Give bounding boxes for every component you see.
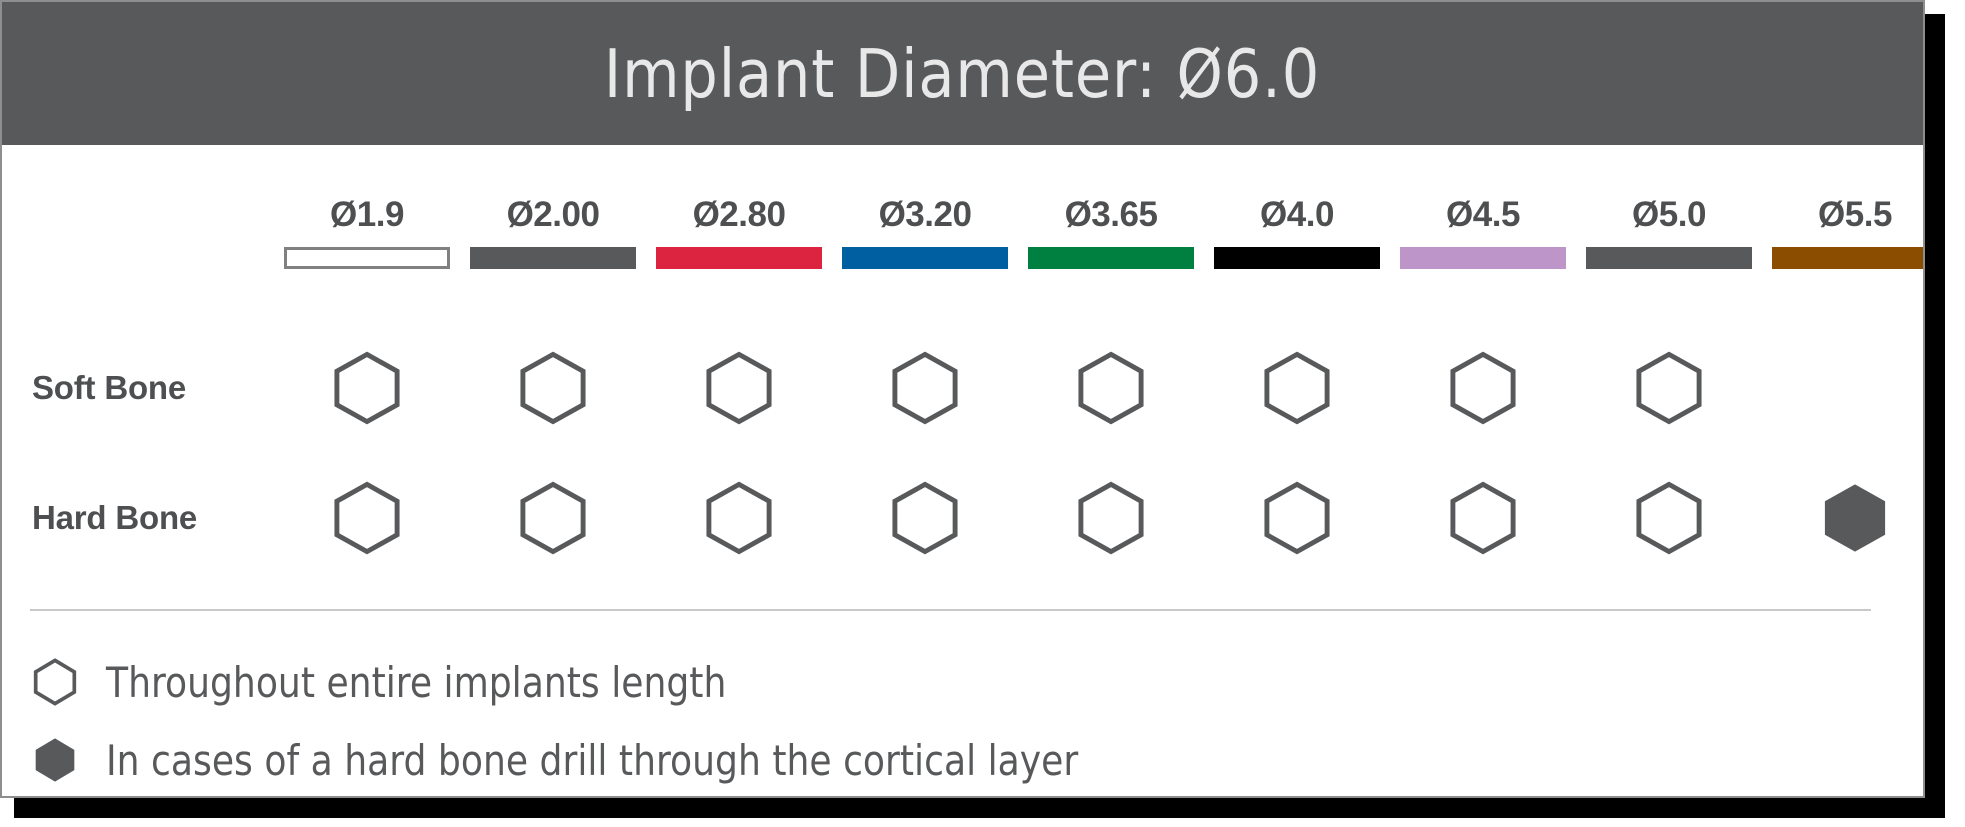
table-row-soft-bone: Soft Bone: [2, 323, 1923, 453]
row-label-soft-bone: Soft Bone: [32, 369, 187, 406]
hexagon-outline-icon: [1076, 480, 1146, 556]
drill-column-1: Ø1.9: [274, 195, 460, 269]
hexagon-outline-icon: [518, 350, 588, 426]
cell-soft-bone-d3.65: [1018, 350, 1204, 426]
drill-column-2: Ø2.00: [460, 195, 646, 269]
hexagon-outline-icon: [704, 350, 774, 426]
cell-hard-bone-d3.65: [1018, 480, 1204, 556]
hard-bone-cells: [274, 480, 1923, 556]
drill-diameter-label: Ø2.00: [506, 195, 600, 234]
hexagon-outline-icon: [1634, 350, 1704, 426]
soft-bone-cells: [274, 350, 1923, 426]
hexagon-filled-icon: [32, 734, 78, 786]
hexagon-outline-icon: [1262, 350, 1332, 426]
hexagon-outline-icon: [32, 656, 78, 708]
hexagon-outline-icon: [1448, 350, 1518, 426]
legend: Throughout entire implants length In case…: [32, 643, 1236, 796]
hexagon-outline-icon: [1448, 480, 1518, 556]
drill-diameter-label: Ø4.0: [1260, 195, 1334, 234]
legend-item-label: In cases of a hard bone drill through th…: [106, 735, 1079, 785]
hexagon-outline-icon: [1634, 480, 1704, 556]
drill-column-5: Ø3.65: [1018, 195, 1204, 269]
cell-soft-bone-d5.5: [1762, 350, 1923, 426]
cell-hard-bone-d2.00: [460, 480, 646, 556]
drill-color-bar: [1586, 247, 1752, 269]
hexagon-outline-icon: [332, 350, 402, 426]
cell-hard-bone-d4.0: [1204, 480, 1390, 556]
hexagon-outline-icon: [518, 480, 588, 556]
cell-hard-bone-d3.20: [832, 480, 1018, 556]
drill-column-9: Ø5.5: [1762, 195, 1923, 269]
cell-soft-bone-d2.00: [460, 350, 646, 426]
drill-color-bar: [842, 247, 1008, 269]
page-title: Implant Diameter: Ø6.0: [604, 34, 1321, 113]
implant-drill-protocol-card: Implant Diameter: Ø6.0 Ø1.9 Ø2.00 Ø2.80 Ø3.…: [0, 0, 1947, 818]
drill-diameter-label: Ø5.0: [1632, 195, 1706, 234]
cell-soft-bone-d4.0: [1204, 350, 1390, 426]
cell-hard-bone-d2.80: [646, 480, 832, 556]
cell-hard-bone-d4.5: [1390, 480, 1576, 556]
hexagon-filled-icon: [1820, 480, 1890, 556]
hexagon-outline-icon: [1076, 350, 1146, 426]
cell-hard-bone-d1.9: [274, 480, 460, 556]
cell-soft-bone-d2.80: [646, 350, 832, 426]
drill-column-3: Ø2.80: [646, 195, 832, 269]
drill-diameter-label: Ø1.9: [330, 195, 404, 234]
drill-diameter-label: Ø4.5: [1446, 195, 1520, 234]
drill-column-4: Ø3.20: [832, 195, 1018, 269]
legend-divider: [30, 609, 1871, 611]
drill-diameter-label: Ø5.5: [1818, 195, 1892, 234]
drill-column-8: Ø5.0: [1576, 195, 1762, 269]
hexagon-outline-icon: [332, 480, 402, 556]
legend-item-2: In cases of a hard bone drill through th…: [32, 721, 1236, 796]
drill-color-bar: [656, 247, 822, 269]
drill-color-bar: [1214, 247, 1380, 269]
drill-table: Ø1.9 Ø2.00 Ø2.80 Ø3.20 Ø3.65 Ø4.0 Ø4.5 Ø5.0 Ø5.5…: [2, 145, 1923, 796]
cell-soft-bone-d5.0: [1576, 350, 1762, 426]
row-label-hard-bone: Hard Bone: [32, 499, 198, 536]
diameter-columns: Ø1.9 Ø2.00 Ø2.80 Ø3.20 Ø3.65 Ø4.0 Ø4.5 Ø5.0 Ø5.5: [274, 195, 1923, 269]
drill-diameter-label: Ø3.65: [1064, 195, 1158, 234]
drill-color-bar: [1400, 247, 1566, 269]
card-header: Implant Diameter: Ø6.0: [2, 2, 1923, 145]
cell-soft-bone-d3.20: [832, 350, 1018, 426]
cell-hard-bone-d5.5: [1762, 480, 1923, 556]
drill-diameter-label: Ø3.20: [878, 195, 972, 234]
hexagon-outline-icon: [890, 350, 960, 426]
drill-diameter-label: Ø2.80: [692, 195, 786, 234]
drill-column-7: Ø4.5: [1390, 195, 1576, 269]
hexagon-outline-icon: [890, 480, 960, 556]
drill-color-bar: [1772, 247, 1923, 269]
drill-column-6: Ø4.0: [1204, 195, 1390, 269]
drill-color-bar: [470, 247, 636, 269]
cell-soft-bone-d1.9: [274, 350, 460, 426]
table-header-row: Ø1.9 Ø2.00 Ø2.80 Ø3.20 Ø3.65 Ø4.0 Ø4.5 Ø5.0 Ø5.5: [2, 167, 1923, 297]
hexagon-outline-icon: [1262, 480, 1332, 556]
card-surface: Implant Diameter: Ø6.0 Ø1.9 Ø2.00 Ø2.80 Ø3.…: [0, 0, 1925, 798]
drill-color-bar: [1028, 247, 1194, 269]
cell-soft-bone-d4.5: [1390, 350, 1576, 426]
legend-item-1: Throughout entire implants length: [32, 643, 1236, 721]
table-row-hard-bone: Hard Bone: [2, 453, 1923, 583]
cell-hard-bone-d5.0: [1576, 480, 1762, 556]
legend-item-label: Throughout entire implants length: [106, 657, 727, 707]
hexagon-outline-icon: [704, 480, 774, 556]
drill-color-bar: [284, 247, 450, 269]
